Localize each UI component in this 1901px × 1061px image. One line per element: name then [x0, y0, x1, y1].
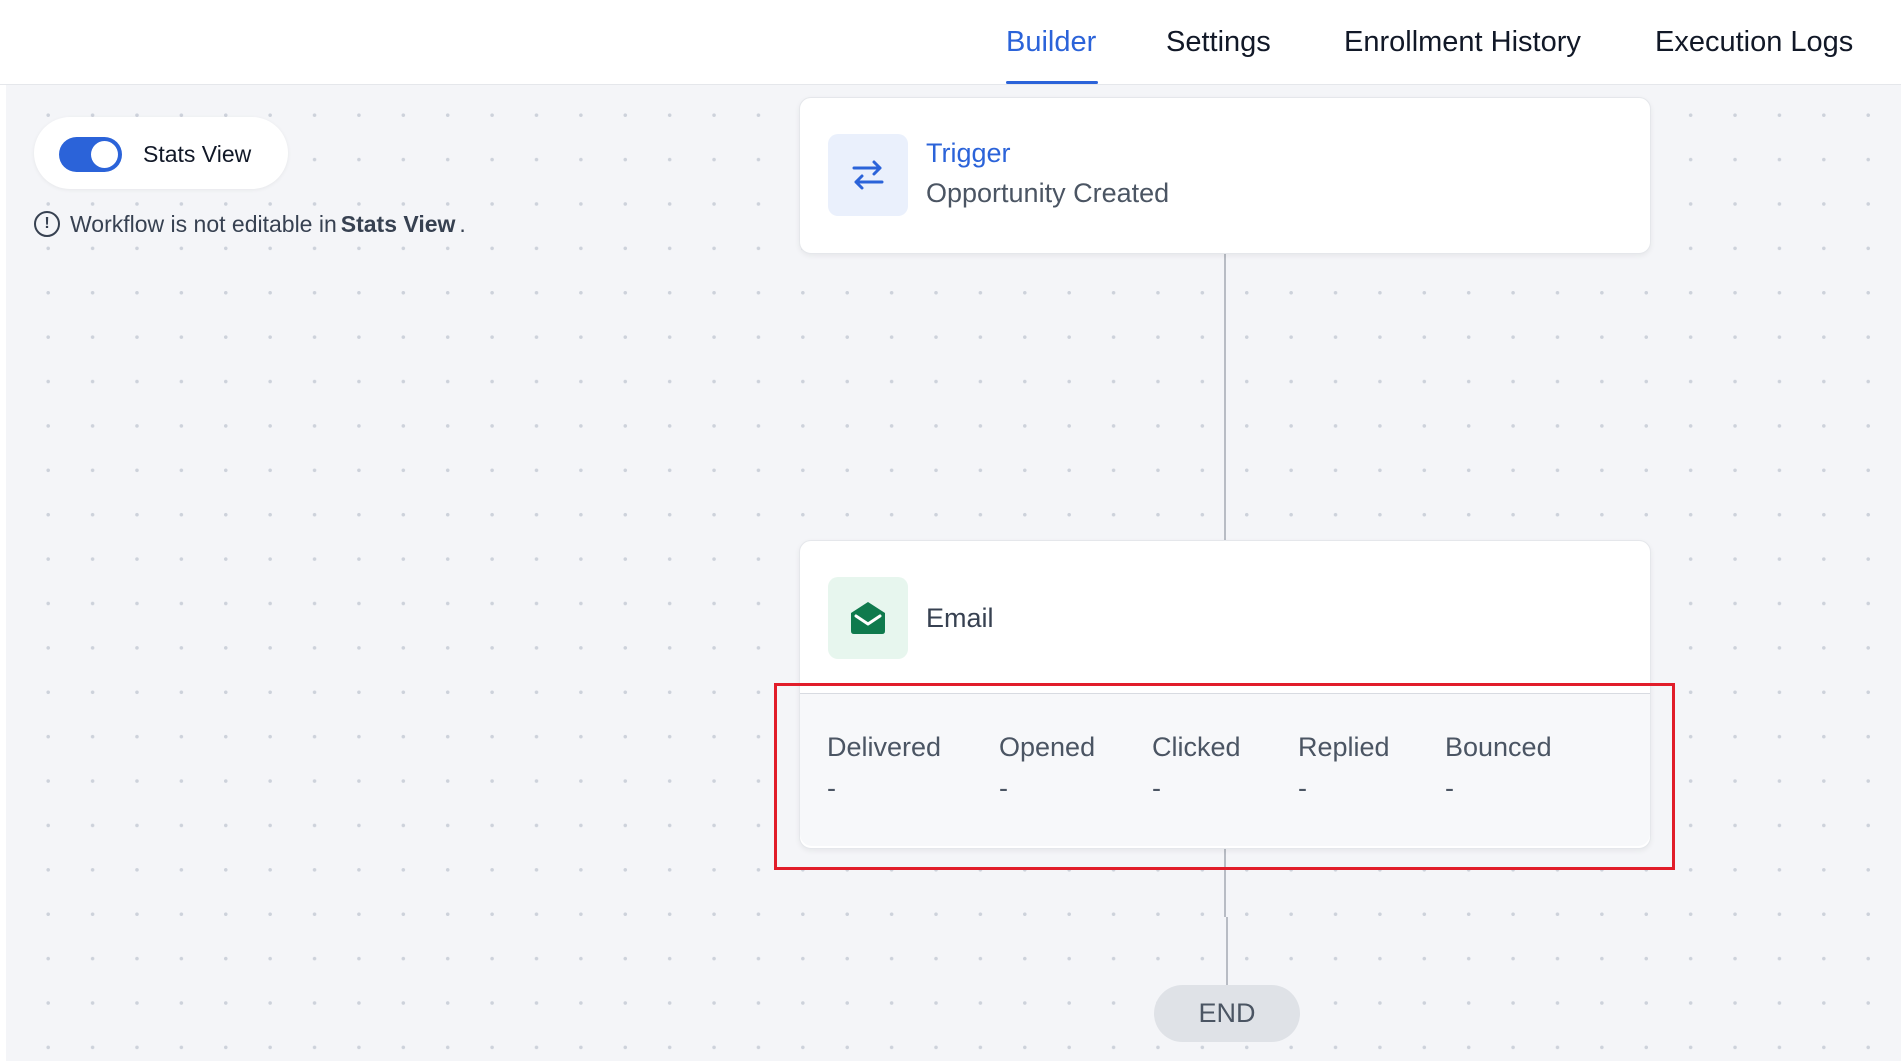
info-circle-icon: !: [34, 211, 60, 237]
end-node: END: [1154, 985, 1300, 1042]
tab-builder[interactable]: Builder: [1006, 20, 1096, 64]
tab-enrollment-history[interactable]: Enrollment History: [1344, 20, 1581, 64]
connector-trigger-email: [1224, 254, 1226, 540]
trigger-title: Trigger: [926, 138, 1011, 168]
active-tab-indicator: [1006, 81, 1098, 84]
node-icon-container: [828, 134, 908, 216]
connector-to-end: [1226, 917, 1228, 985]
tab-settings[interactable]: Settings: [1166, 20, 1271, 64]
notice-text: Workflow is not editable in: [70, 211, 337, 237]
top-navigation: Builder Settings Enrollment History Exec…: [0, 0, 1901, 85]
stats-view-toggle[interactable]: [59, 137, 122, 172]
email-title: Email: [926, 603, 994, 633]
stats-view-label: Stats View: [143, 141, 252, 167]
notice-suffix: .: [459, 211, 466, 237]
read-only-notice: ! Workflow is not editable in Stats View…: [34, 208, 466, 240]
tab-execution-logs[interactable]: Execution Logs: [1655, 20, 1853, 64]
notice-bold-text: Stats View: [340, 211, 456, 237]
envelope-open-icon: [851, 602, 885, 634]
trigger-node[interactable]: Trigger Opportunity Created: [799, 97, 1651, 254]
trigger-subtitle: Opportunity Created: [926, 178, 1170, 208]
stats-highlight-box: [774, 683, 1675, 870]
toggle-knob: [91, 141, 118, 168]
node-icon-container: [828, 577, 908, 659]
arrows-swap-icon: [852, 160, 884, 190]
